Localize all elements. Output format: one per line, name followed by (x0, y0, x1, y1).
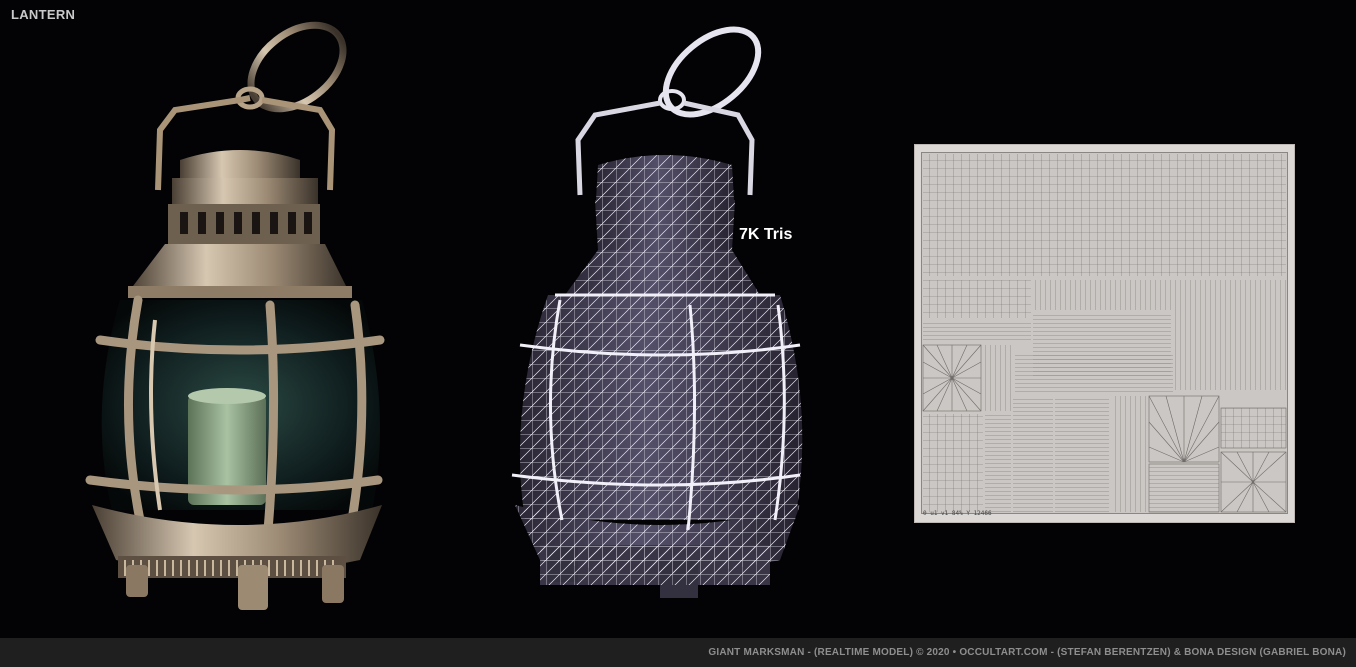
footer-bar: GIANT MARKSMAN - (REALTIME MODEL) © 2020… (0, 638, 1356, 667)
footer-credits: GIANT MARKSMAN - (REALTIME MODEL) © 2020… (708, 647, 1346, 658)
uv-status-text: 0 u1 v1 84% Y 12466 (923, 510, 992, 517)
lantern-wireframe-image (511, 26, 803, 598)
uv-grid (921, 152, 1288, 514)
uv-layout-image: 0 u1 v1 84% Y 12466 (914, 144, 1295, 523)
lantern-render-image (85, 21, 385, 610)
triangle-count-label: 7K Tris (739, 226, 793, 243)
